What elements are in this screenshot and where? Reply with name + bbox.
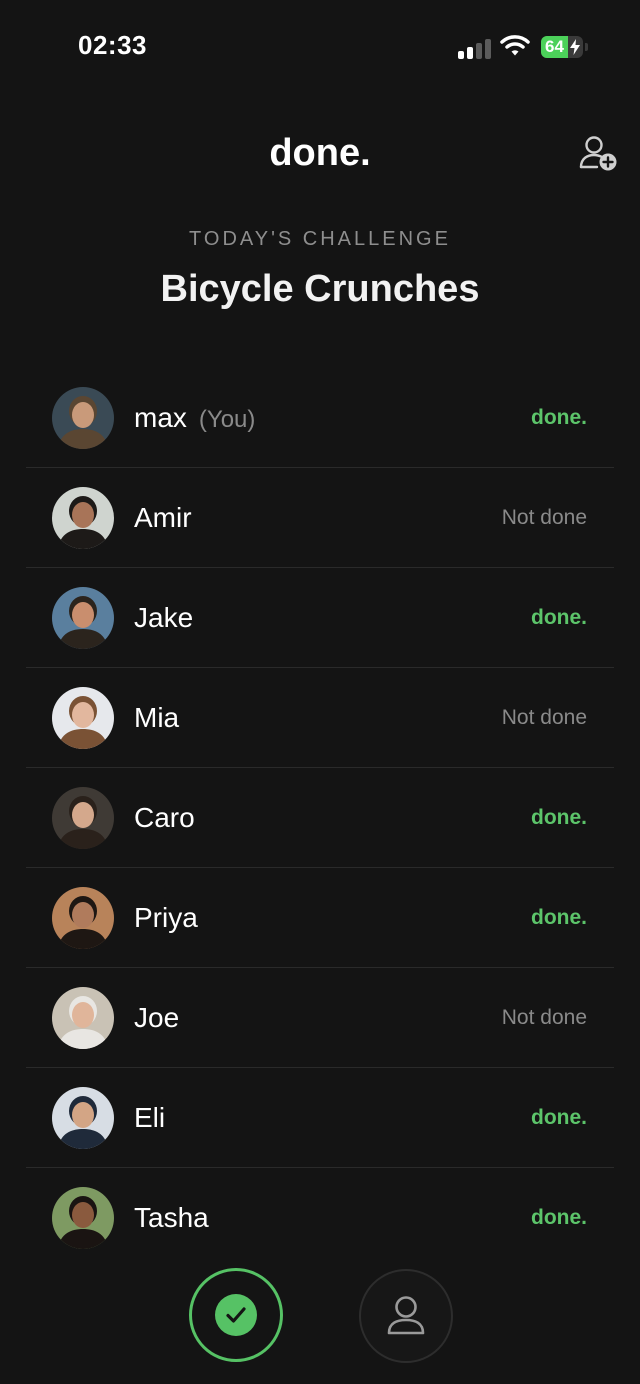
add-friend-button[interactable]	[578, 134, 620, 174]
challenge-status: done.	[531, 406, 587, 429]
challenge-status: done.	[531, 606, 587, 629]
avatar	[52, 1087, 114, 1149]
signal-icon	[458, 37, 492, 59]
battery-cap	[585, 43, 588, 51]
friend-name: Joe	[134, 1002, 180, 1033]
app-title: done.	[269, 132, 371, 174]
battery-icon: 64	[541, 36, 583, 58]
avatar	[52, 1187, 114, 1249]
friend-name: Jake	[134, 602, 194, 633]
status-bar: 02:33 64	[0, 0, 640, 96]
friends-list: max (You) done. Amir Not done Jake done.…	[26, 368, 614, 1268]
avatar	[52, 587, 114, 649]
avatar	[52, 787, 114, 849]
friend-name: Tasha	[134, 1202, 209, 1233]
challenge-status: done.	[531, 1106, 587, 1129]
friend-name: Caro	[134, 802, 195, 833]
challenge-status: Not done	[501, 1006, 587, 1029]
friend-row-priya[interactable]: Priya done.	[26, 868, 614, 968]
challenge-status: done.	[531, 1206, 587, 1229]
tab-profile[interactable]	[359, 1269, 453, 1363]
friend-row-amir[interactable]: Amir Not done	[26, 468, 614, 568]
challenge-status: done.	[531, 806, 587, 829]
challenge-status: done.	[531, 906, 587, 929]
avatar	[52, 687, 114, 749]
friend-name: Priya	[134, 902, 198, 933]
battery-level: 64	[545, 37, 564, 56]
person-icon	[387, 1296, 425, 1335]
checkmark-icon	[226, 1307, 246, 1323]
friend-row-mia[interactable]: Mia Not done	[26, 668, 614, 768]
status-time: 02:33	[78, 30, 147, 60]
friend-name: Eli	[134, 1102, 166, 1133]
avatar	[52, 987, 114, 1049]
challenge-status: Not done	[501, 506, 587, 529]
add-person-icon	[579, 136, 617, 171]
challenge-status: Not done	[501, 706, 587, 729]
tab-challenge[interactable]	[189, 1268, 283, 1362]
avatar	[52, 887, 114, 949]
friend-name: Amir	[134, 502, 192, 533]
friend-name: Mia	[134, 702, 180, 733]
you-tag: (You)	[198, 406, 256, 433]
wifi-icon	[500, 35, 530, 56]
charging-bolt-icon	[570, 39, 580, 55]
challenge-name: Bicycle Crunches	[160, 268, 480, 310]
avatar	[52, 487, 114, 549]
friend-row-tasha[interactable]: Tasha done.	[26, 1168, 614, 1268]
friend-row-caro[interactable]: Caro done.	[26, 768, 614, 868]
friend-row-joe[interactable]: Joe Not done	[26, 968, 614, 1068]
challenge-label: TODAY'S CHALLENGE	[189, 228, 451, 250]
avatar	[52, 387, 114, 449]
friend-row-max[interactable]: max (You) done.	[26, 368, 614, 468]
friend-name: max (You)	[134, 402, 256, 433]
friend-row-eli[interactable]: Eli done.	[26, 1068, 614, 1168]
friend-row-jake[interactable]: Jake done.	[26, 568, 614, 668]
